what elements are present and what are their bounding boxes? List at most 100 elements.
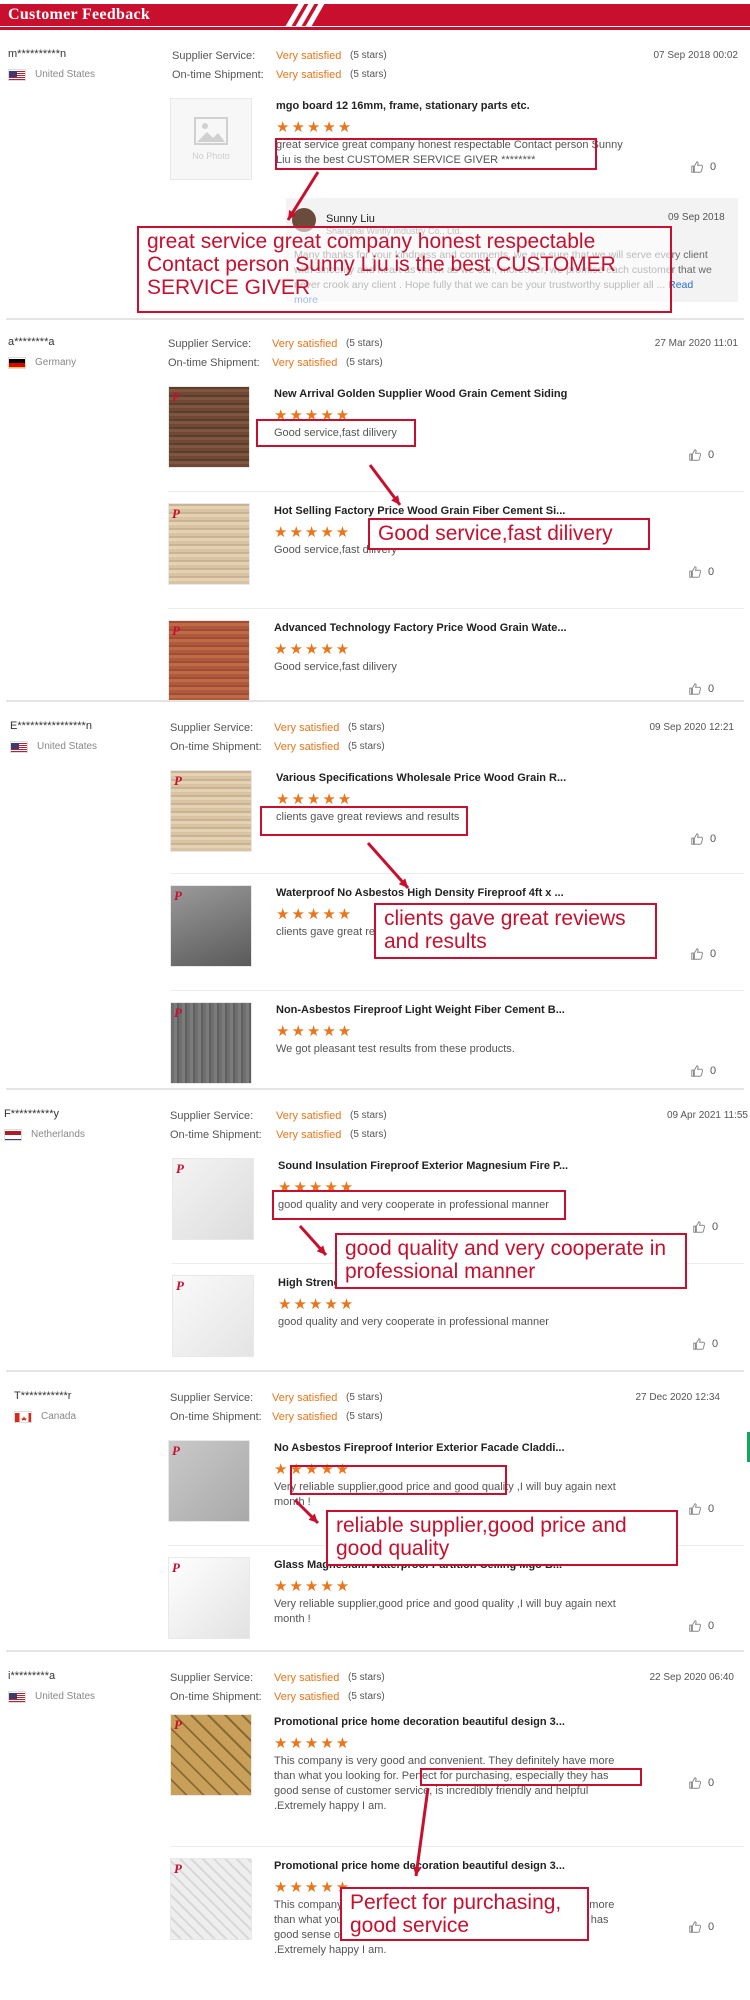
review-comment: Good service,fast dilivery — [274, 427, 397, 439]
product-thumbnail[interactable]: P — [170, 1858, 252, 1940]
supplier-service-label: Supplier Service: — [170, 1392, 254, 1404]
brand-logo-icon: P — [174, 1005, 182, 1020]
product-title-link[interactable]: mgo board 12 16mm, frame, stationary par… — [276, 100, 530, 112]
like-button[interactable]: 0 — [688, 448, 714, 462]
product-thumbnail[interactable]: No Photo — [170, 98, 252, 180]
thumbs-up-icon — [691, 1065, 703, 1077]
product-thumbnail[interactable]: P — [172, 1275, 254, 1357]
like-button[interactable]: 0 — [692, 1337, 718, 1351]
product-title-link[interactable]: Non-Asbestos Fireproof Light Weight Fibe… — [276, 1004, 565, 1016]
shipment-rating: Very satisfied — [272, 1411, 338, 1423]
review-comment: clients gave great reviews and results — [276, 811, 460, 823]
like-button[interactable]: 0 — [690, 1064, 716, 1078]
product-thumbnail[interactable]: P — [168, 1557, 250, 1639]
review-comment: Very reliable supplier,good price and go… — [274, 1481, 616, 1508]
product-rating-stars: ★★★★★ — [274, 407, 352, 424]
review-date: 07 Sep 2018 00:02 — [653, 50, 738, 61]
thumbs-up-icon — [691, 833, 703, 845]
like-count: 0 — [710, 1065, 717, 1077]
supplier-service-stars: (5 stars) — [348, 722, 385, 733]
review-comment: Very reliable supplier,good price and go… — [274, 1598, 616, 1625]
like-button[interactable]: 0 — [688, 1619, 714, 1633]
product-thumbnail[interactable]: P — [168, 620, 250, 702]
product-rating-stars: ★★★★★ — [276, 1023, 354, 1040]
product-title-link[interactable]: Waterproof No Asbestos High Density Fire… — [276, 887, 564, 899]
supplier-service-rating: Very satisfied — [276, 1110, 342, 1122]
country-flag-icon — [10, 741, 28, 753]
like-count: 0 — [712, 1338, 719, 1350]
like-button[interactable]: 0 — [688, 682, 714, 696]
product-rating-stars: ★★★★★ — [276, 791, 354, 808]
country-flag-icon — [8, 1691, 26, 1703]
supplier-service-rating: Very satisfied — [272, 338, 338, 350]
brand-logo-icon: P — [172, 1443, 180, 1458]
review-comment: This company is very good and convenient… — [274, 1755, 615, 1812]
product-separator — [168, 608, 744, 609]
thumbs-up-icon — [689, 1921, 701, 1933]
shipment-stars: (5 stars) — [348, 741, 385, 752]
product-title-link[interactable]: Promotional price home decoration beauti… — [274, 1860, 565, 1872]
product-rating-stars: ★★★★★ — [274, 524, 352, 541]
product-thumbnail[interactable]: P — [172, 1158, 254, 1240]
supplier-service-label: Supplier Service: — [168, 338, 252, 350]
supplier-service-rating: Very satisfied — [274, 1672, 340, 1684]
like-button[interactable]: 0 — [692, 1220, 718, 1234]
product-thumbnail[interactable]: P — [168, 386, 250, 468]
product-title-link[interactable]: Sound Insulation Fireproof Exterior Magn… — [278, 1160, 568, 1172]
country-flag-icon — [14, 1411, 32, 1423]
shipment-rating: Very satisfied — [276, 1129, 342, 1141]
product-thumbnail[interactable]: P — [170, 885, 252, 967]
product-thumbnail[interactable]: P — [170, 770, 252, 852]
product-title-link[interactable]: Various Specifications Wholesale Price W… — [276, 772, 566, 784]
product-title-link[interactable]: Advanced Technology Factory Price Wood G… — [274, 622, 567, 634]
like-button[interactable]: 0 — [690, 160, 716, 174]
shipment-stars: (5 stars) — [346, 357, 383, 368]
product-title-link[interactable]: New Arrival Golden Supplier Wood Grain C… — [274, 388, 567, 400]
product-title-link[interactable]: Hot Selling Factory Price Wood Grain Fib… — [274, 505, 565, 517]
review-divider — [6, 1650, 744, 1652]
supplier-service-label: Supplier Service: — [172, 50, 256, 62]
review-date: 09 Sep 2020 12:21 — [649, 722, 734, 733]
buyer-name: i*********a — [8, 1670, 56, 1682]
buyer-name: a********a — [8, 336, 55, 348]
thumbs-up-icon — [689, 449, 701, 461]
brand-logo-icon: P — [174, 773, 182, 788]
supplier-service-rating: Very satisfied — [276, 50, 342, 62]
product-rating-stars: ★★★★★ — [274, 1578, 352, 1595]
like-count: 0 — [708, 1777, 715, 1789]
thumbs-up-icon — [693, 1338, 705, 1350]
review-comment: Good service,fast dilivery — [274, 661, 397, 673]
like-button[interactable]: 0 — [690, 947, 716, 961]
thumbs-up-icon — [689, 1777, 701, 1789]
annotation-arrow — [298, 1224, 328, 1257]
no-photo-placeholder: No Photo — [171, 99, 251, 179]
country-flag-icon — [4, 1129, 22, 1141]
like-button[interactable]: 0 — [690, 832, 716, 846]
thumbs-up-icon — [689, 1503, 701, 1515]
product-rating-stars: ★★★★★ — [274, 1735, 352, 1752]
product-thumbnail[interactable]: P — [168, 503, 250, 585]
product-title-link[interactable]: No Asbestos Fireproof Interior Exterior … — [274, 1442, 565, 1454]
brand-logo-icon: P — [172, 389, 180, 404]
shipment-stars: (5 stars) — [350, 1129, 387, 1140]
like-button[interactable]: 0 — [688, 1502, 714, 1516]
buyer-name: m**********n — [8, 48, 67, 60]
thumbs-up-icon — [689, 566, 701, 578]
product-thumbnail[interactable]: P — [168, 1440, 250, 1522]
like-count: 0 — [710, 948, 717, 960]
like-button[interactable]: 0 — [688, 565, 714, 579]
brand-logo-icon: P — [172, 1560, 180, 1575]
brand-logo-icon: P — [174, 888, 182, 903]
shipment-rating: Very satisfied — [272, 357, 338, 369]
product-thumbnail[interactable]: P — [170, 1002, 252, 1084]
like-button[interactable]: 0 — [688, 1920, 714, 1934]
shipment-stars: (5 stars) — [348, 1691, 385, 1702]
like-button[interactable]: 0 — [688, 1776, 714, 1790]
like-count: 0 — [708, 1620, 715, 1632]
thumbs-up-icon — [689, 683, 701, 695]
image-placeholder-icon — [194, 117, 228, 145]
product-title-link[interactable]: Promotional price home decoration beauti… — [274, 1716, 565, 1728]
annotation-callout: clients gave great reviews and results — [374, 903, 657, 959]
product-thumbnail[interactable]: P — [170, 1714, 252, 1796]
product-separator — [170, 873, 744, 874]
